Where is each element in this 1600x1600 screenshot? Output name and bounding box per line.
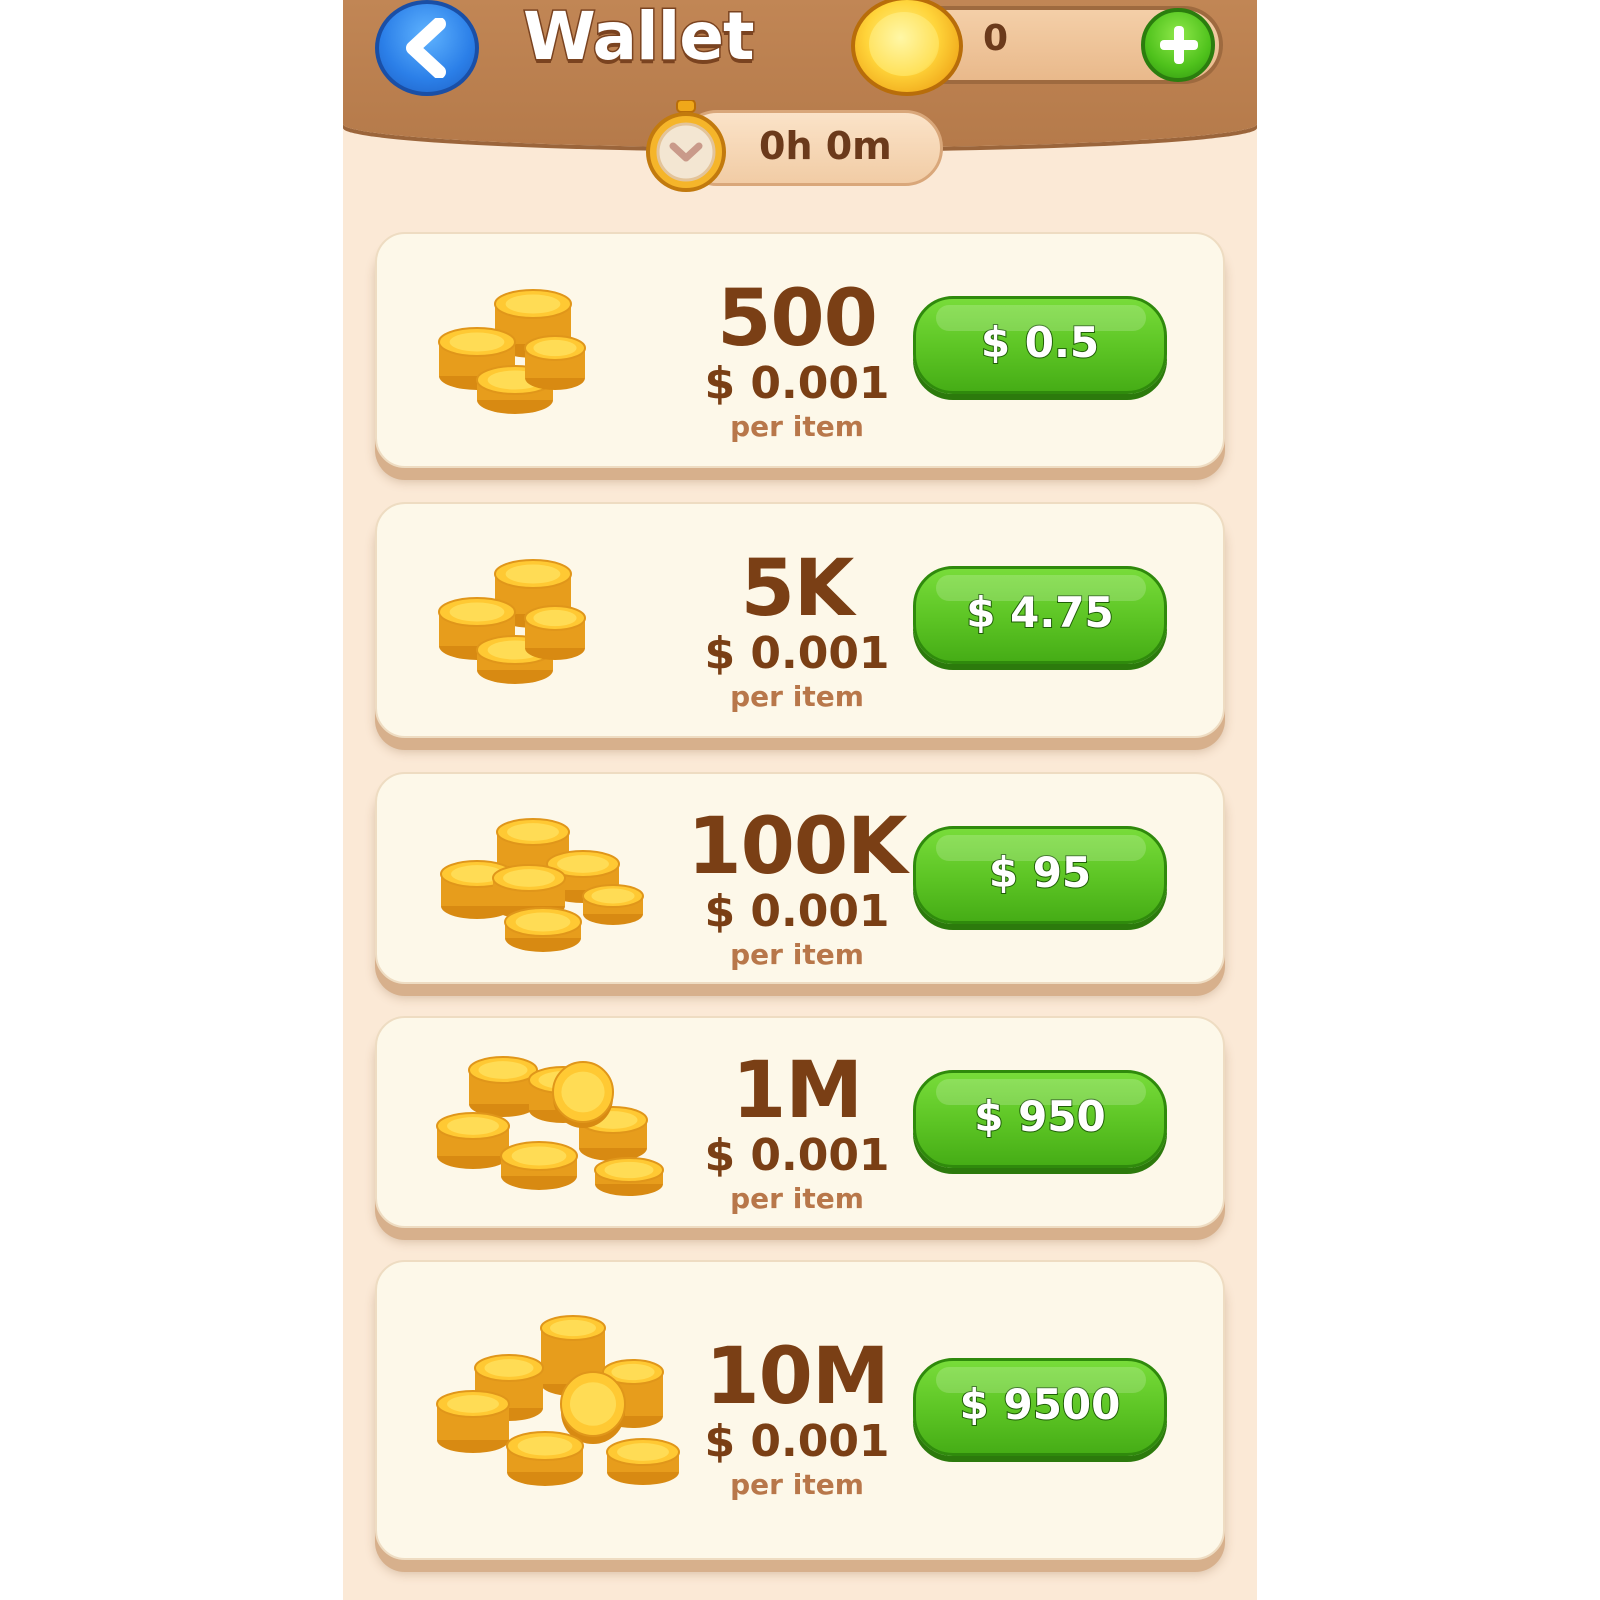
- offer-unit-price: $ 0.001: [704, 628, 890, 679]
- buy-button[interactable]: $ 0.5: [913, 296, 1167, 394]
- coin-balance: 0: [983, 18, 1009, 59]
- offer-per-item-label: per item: [730, 1468, 864, 1501]
- buy-button-label: $ 9500: [959, 1379, 1122, 1430]
- offer-amount: 1M: [732, 1046, 863, 1136]
- offer-amount: 10M: [705, 1332, 889, 1422]
- offer-amount: 100K: [687, 802, 907, 892]
- offer-card: 100K $ 0.001 per item $ 95: [375, 772, 1225, 984]
- coin-stack-icon: [440, 818, 644, 952]
- offer-unit-price: $ 0.001: [704, 886, 890, 937]
- buy-button[interactable]: $ 9500: [913, 1358, 1167, 1456]
- buy-button[interactable]: $ 950: [913, 1070, 1167, 1168]
- buy-button-label: $ 95: [988, 847, 1092, 898]
- back-button[interactable]: [375, 0, 479, 96]
- wallet-screen: Wallet 0 0h 0m 500 $ 0.001 per item $ 0.…: [343, 0, 1257, 1600]
- chevron-left-icon: [406, 18, 446, 78]
- offer-card: 1M $ 0.001 per item $ 950: [375, 1016, 1225, 1228]
- offer-per-item-label: per item: [730, 938, 864, 971]
- offer-amount: 500: [717, 274, 878, 364]
- coin-stack-icon: [438, 289, 586, 414]
- offer-card: 500 $ 0.001 per item $ 0.5: [375, 232, 1225, 468]
- offer-card: 5K $ 0.001 per item $ 4.75: [375, 502, 1225, 738]
- offer-unit-price: $ 0.001: [704, 1416, 890, 1467]
- buy-button[interactable]: $ 4.75: [913, 566, 1167, 664]
- offer-amount: 5K: [740, 544, 855, 634]
- offer-card: 10M $ 0.001 per item $ 9500: [375, 1260, 1225, 1560]
- stopwatch-icon: [646, 100, 726, 192]
- timer-value: 0h 0m: [759, 124, 892, 168]
- offer-per-item-label: per item: [730, 410, 864, 443]
- offer-per-item-label: per item: [730, 1182, 864, 1215]
- coin-stack-icon: [436, 1056, 664, 1196]
- buy-button-label: $ 950: [973, 1091, 1107, 1142]
- buy-button-label: $ 0.5: [980, 317, 1100, 368]
- coin-icon: [851, 0, 963, 96]
- page-title: Wallet: [522, 0, 757, 77]
- offer-unit-price: $ 0.001: [704, 358, 890, 409]
- add-coins-button[interactable]: [1141, 8, 1215, 82]
- coin-stack-icon: [436, 1315, 680, 1486]
- buy-button-label: $ 4.75: [965, 587, 1114, 638]
- offer-unit-price: $ 0.001: [704, 1130, 890, 1181]
- offer-per-item-label: per item: [730, 680, 864, 713]
- coin-stack-icon: [438, 559, 586, 684]
- buy-button[interactable]: $ 95: [913, 826, 1167, 924]
